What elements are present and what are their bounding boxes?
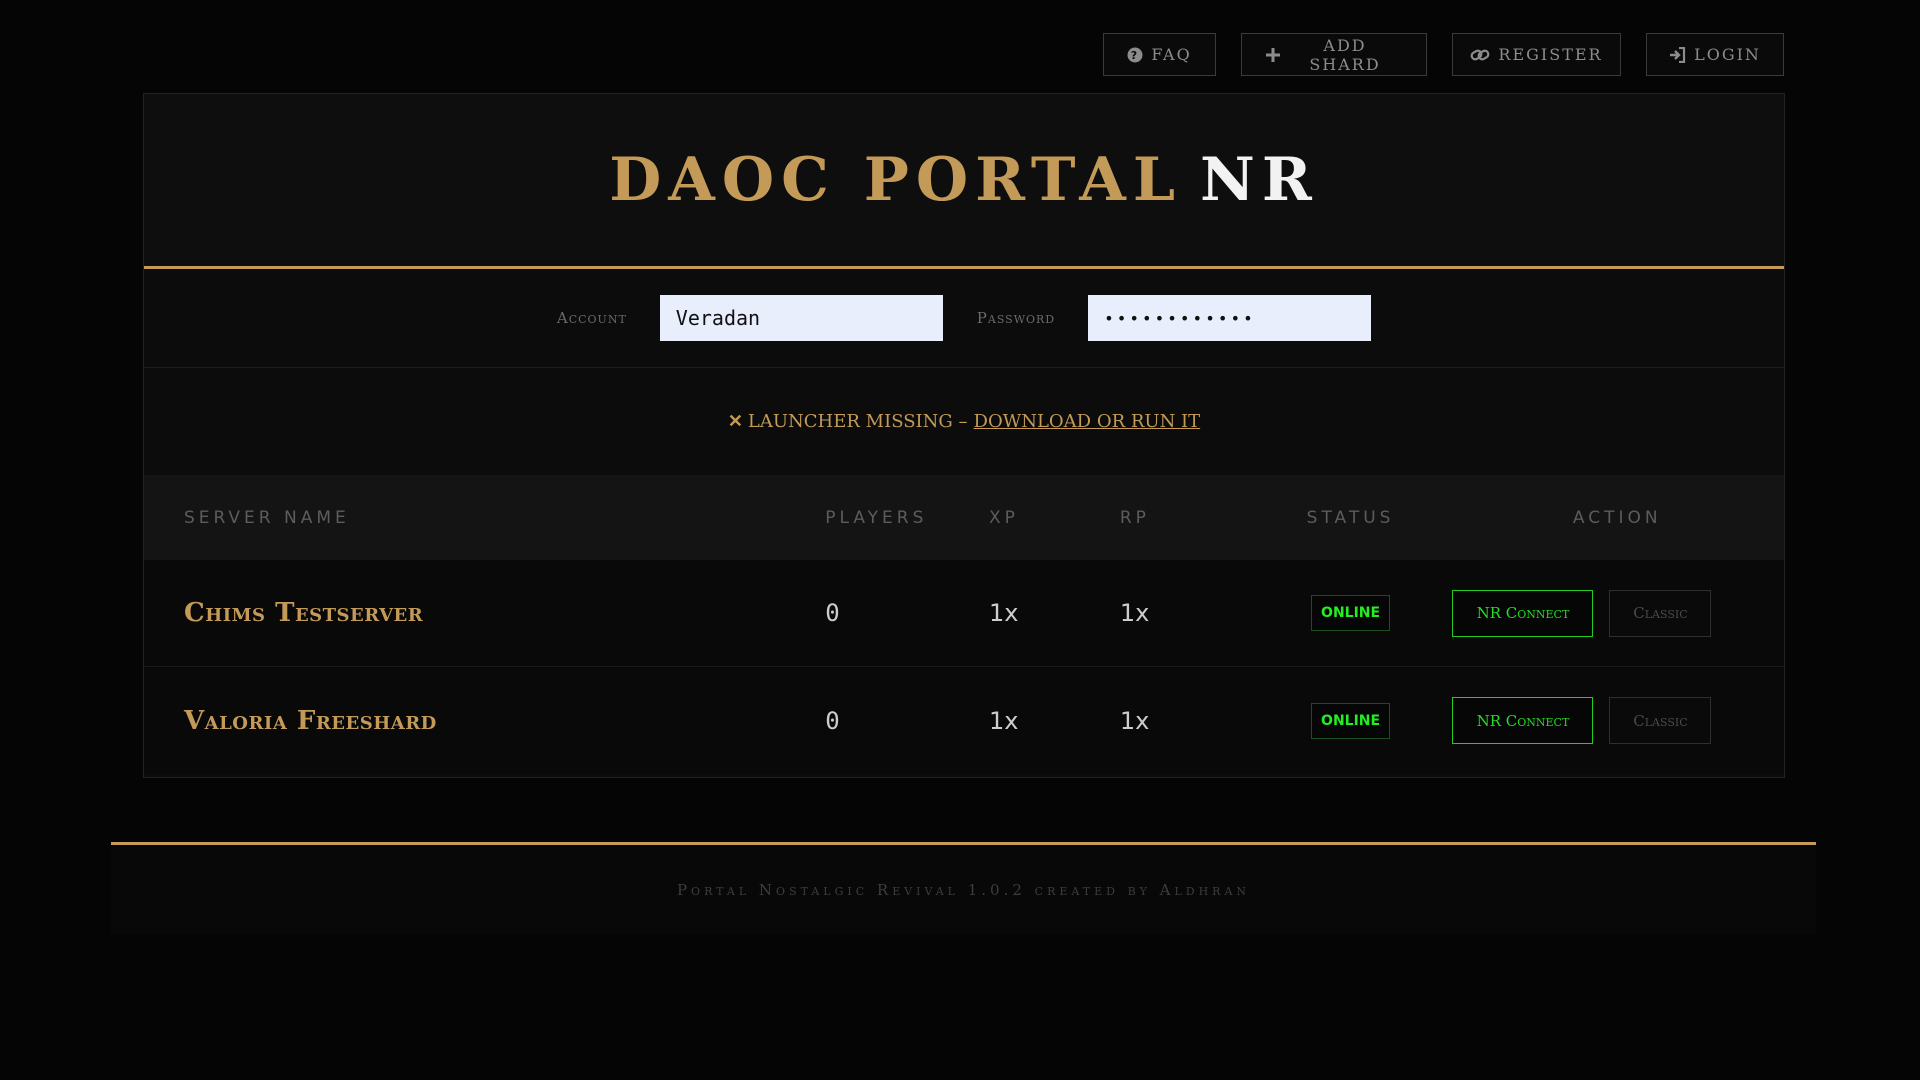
faq-label: FAQ — [1151, 45, 1192, 64]
header-players: PLAYERS — [825, 507, 928, 528]
classic-button[interactable]: Classic — [1609, 589, 1712, 637]
status-badge: ONLINE — [1311, 595, 1391, 631]
nr-connect-button[interactable]: NR Connect — [1452, 589, 1594, 637]
link-icon — [1470, 47, 1490, 63]
account-label: Account — [556, 309, 627, 327]
account-field-group: Account — [557, 295, 943, 341]
question-circle-icon: ? — [1127, 47, 1143, 63]
svg-text:?: ? — [1131, 49, 1139, 62]
classic-button[interactable]: Classic — [1609, 697, 1712, 744]
add-shard-button[interactable]: ADD SHARD — [1241, 33, 1427, 76]
server-name: Valoria Freeshard — [184, 705, 437, 736]
page-title: DAOC PORTAL NR — [609, 145, 1319, 215]
footer: Portal Nostalgic Revival 1.0.2 created b… — [111, 842, 1816, 934]
table-header: SERVER NAME PLAYERS XP RP STATUS ACTION — [144, 475, 1784, 560]
account-input[interactable] — [659, 295, 943, 341]
xp-rate: 1x — [989, 599, 1019, 627]
xp-rate: 1x — [989, 706, 1019, 735]
faq-button[interactable]: ? FAQ — [1103, 33, 1216, 76]
hero-header: DAOC PORTAL NR — [144, 94, 1784, 269]
server-table: SERVER NAME PLAYERS XP RP STATUS ACTION … — [144, 475, 1784, 774]
header-server-name: SERVER NAME — [184, 507, 350, 528]
header-rp: RP — [1119, 507, 1150, 528]
password-field-group: Password — [976, 295, 1372, 341]
register-button[interactable]: REGISTER — [1452, 33, 1621, 76]
add-shard-label: ADD SHARD — [1309, 35, 1381, 74]
download-launcher-link[interactable]: DOWNLOAD OR RUN IT — [974, 411, 1201, 432]
password-label: Password — [976, 309, 1056, 327]
header-status: STATUS — [1306, 507, 1395, 528]
alert-text: LAUNCHER MISSING – — [747, 411, 968, 432]
title-accent: NR — [1200, 145, 1319, 215]
login-label: LOGIN — [1694, 45, 1761, 64]
x-icon: ✕ — [727, 411, 743, 432]
rp-rate: 1x — [1119, 599, 1150, 627]
header-xp: XP — [989, 507, 1019, 528]
login-form: Account Password — [144, 269, 1784, 368]
register-label: REGISTER — [1498, 45, 1603, 64]
server-name: Chims Testserver — [184, 598, 424, 628]
password-input[interactable] — [1088, 295, 1372, 341]
table-row: Valoria Freeshard 0 1x 1x ONLINE NR Conn… — [144, 667, 1784, 774]
footer-credit: Portal Nostalgic Revival 1.0.2 created b… — [676, 880, 1251, 899]
main-panel: DAOC PORTALNR Account Password ✕ LAUNCHE… — [143, 93, 1785, 778]
row-actions: NR Connect Classic — [1450, 697, 1784, 744]
row-actions: NR Connect Classic — [1450, 589, 1784, 637]
table-row: Chims Testserver 0 1x 1x ONLINE NR Conne… — [144, 560, 1784, 667]
launcher-alert: ✕ LAUNCHER MISSING – DOWNLOAD OR RUN IT — [144, 368, 1784, 475]
players-count: 0 — [825, 706, 840, 735]
header-action: ACTION — [1572, 507, 1662, 528]
title-main: DAOC PORTAL — [609, 145, 1183, 215]
login-button[interactable]: LOGIN — [1646, 33, 1784, 76]
sign-in-icon — [1669, 46, 1686, 63]
top-nav: ? FAQ ADD SHARD REGISTER LOGIN — [1103, 33, 1784, 76]
nr-connect-button[interactable]: NR Connect — [1452, 697, 1594, 744]
status-badge: ONLINE — [1311, 702, 1391, 739]
players-count: 0 — [825, 599, 840, 627]
plus-icon — [1266, 47, 1280, 62]
rp-rate: 1x — [1119, 706, 1150, 735]
